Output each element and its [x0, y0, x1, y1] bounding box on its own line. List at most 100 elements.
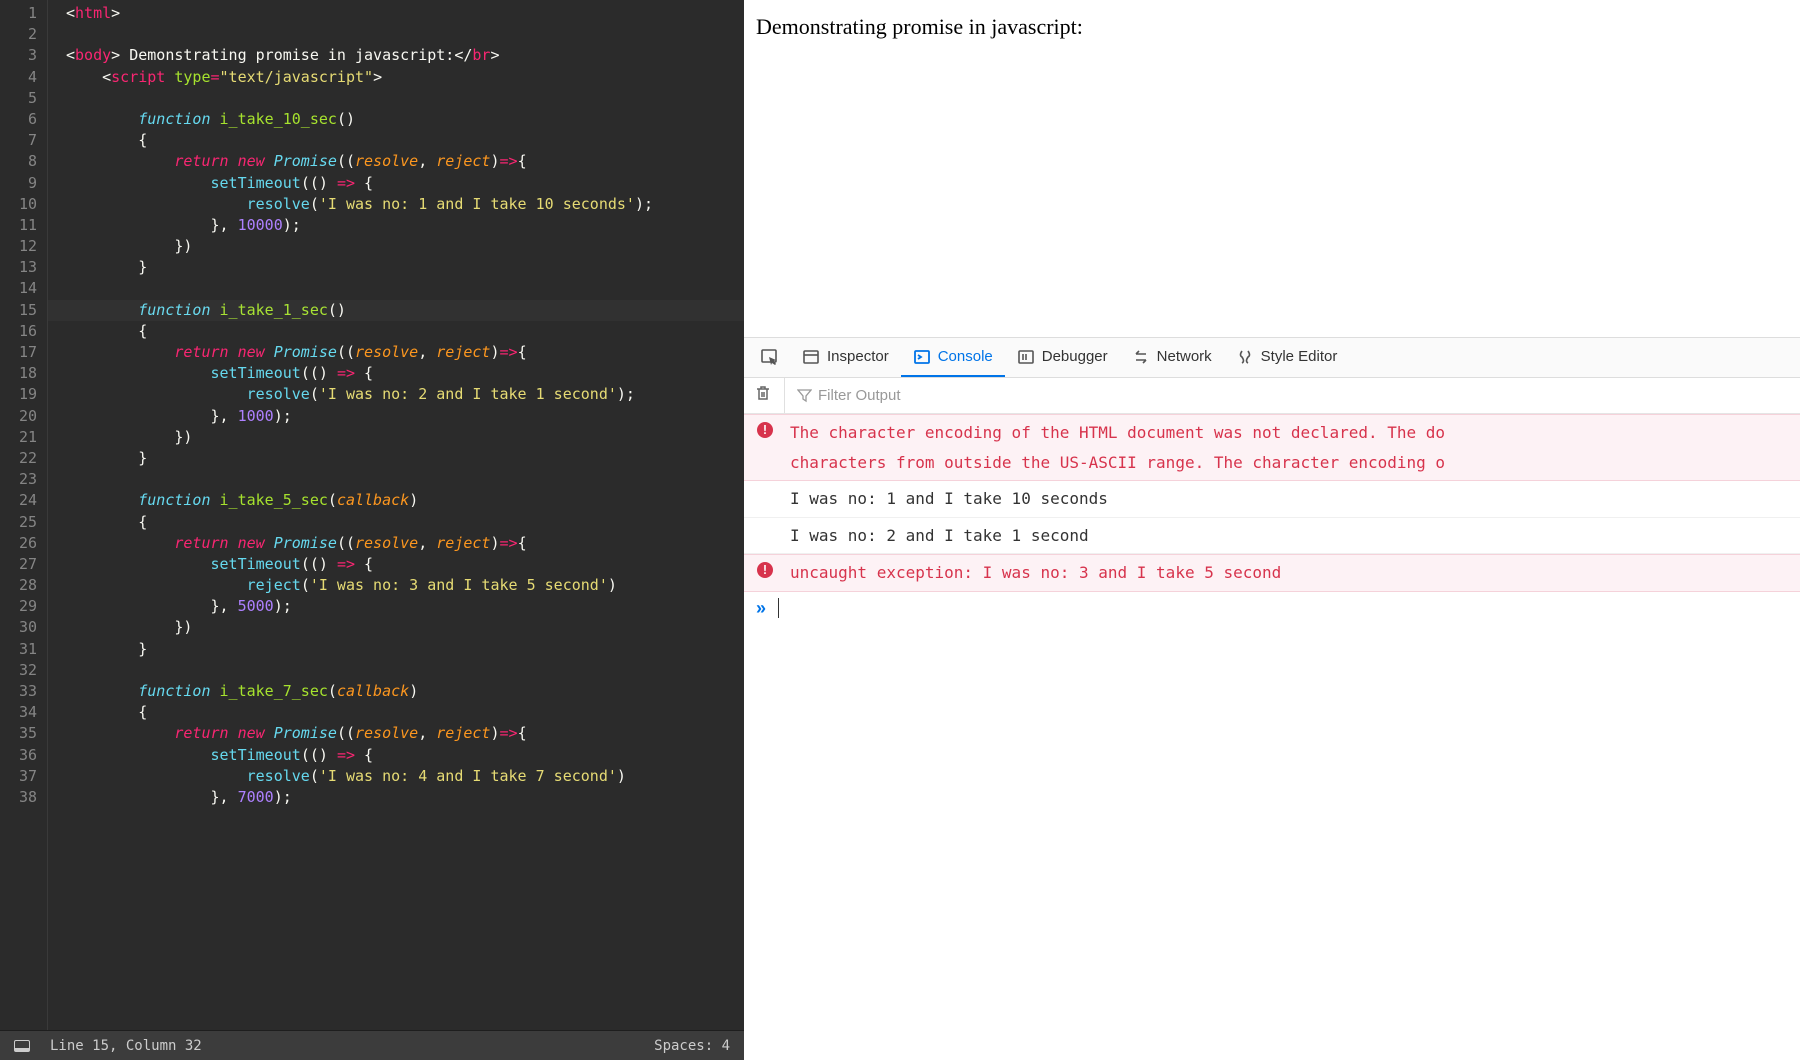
console-prompt[interactable]: » [744, 592, 1800, 625]
code-line[interactable]: <html> [66, 3, 744, 24]
tab-label: Debugger [1042, 348, 1108, 365]
devtools-tabs: Inspector Console Debugger Network [744, 338, 1800, 378]
tab-console[interactable]: Console [901, 338, 1005, 377]
code-line[interactable]: { [66, 512, 744, 533]
code-line[interactable]: setTimeout(() => { [66, 363, 744, 384]
console-output[interactable]: ! The character encoding of the HTML docu… [744, 414, 1800, 592]
line-number: 1 [0, 3, 37, 24]
line-number: 4 [0, 67, 37, 88]
code-line[interactable]: } [66, 639, 744, 660]
line-number: 29 [0, 596, 37, 617]
line-number: 28 [0, 575, 37, 596]
indent-setting[interactable]: Spaces: 4 [654, 1038, 730, 1054]
code-line[interactable]: }, 7000); [66, 787, 744, 808]
tab-label: Network [1157, 348, 1212, 365]
line-number: 36 [0, 745, 37, 766]
code-line[interactable]: setTimeout(() => { [66, 173, 744, 194]
code-line[interactable]: }) [66, 236, 744, 257]
code-line[interactable] [66, 278, 744, 299]
line-number: 10 [0, 194, 37, 215]
line-number: 16 [0, 321, 37, 342]
code-line[interactable]: }, 5000); [66, 596, 744, 617]
trash-icon [754, 384, 772, 402]
network-icon [1132, 348, 1150, 366]
line-number: 11 [0, 215, 37, 236]
tab-inspector[interactable]: Inspector [790, 338, 901, 377]
code-line[interactable]: }) [66, 617, 744, 638]
tab-network[interactable]: Network [1120, 338, 1224, 377]
line-number: 17 [0, 342, 37, 363]
code-line[interactable]: <script type="text/javascript"> [66, 67, 744, 88]
code-line[interactable]: { [66, 130, 744, 151]
code-line[interactable]: }, 10000); [66, 215, 744, 236]
code-line[interactable]: return new Promise((resolve, reject)=>{ [66, 533, 744, 554]
inspector-icon [802, 348, 820, 366]
console-message: The character encoding of the HTML docum… [784, 416, 1788, 479]
code-line[interactable]: resolve('I was no: 4 and I take 7 second… [66, 766, 744, 787]
editor-pane: 1234567891011121314151617181920212223242… [0, 0, 744, 1060]
preview-text: Demonstrating promise in javascript: [756, 14, 1083, 39]
code-line[interactable]: return new Promise((resolve, reject)=>{ [66, 723, 744, 744]
line-number: 34 [0, 702, 37, 723]
code-line[interactable]: function i_take_7_sec(callback) [66, 681, 744, 702]
code-line[interactable]: resolve('I was no: 2 and I take 1 second… [66, 384, 744, 405]
panel-icon [14, 1040, 30, 1052]
code-line[interactable]: setTimeout(() => { [66, 745, 744, 766]
clear-console-button[interactable] [754, 384, 772, 407]
console-error: !The character encoding of the HTML docu… [744, 414, 1800, 481]
code-line[interactable] [66, 660, 744, 681]
line-number: 14 [0, 278, 37, 299]
tab-debugger[interactable]: Debugger [1005, 338, 1120, 377]
line-number: 37 [0, 766, 37, 787]
prompt-chevron-icon: » [756, 598, 766, 619]
code-line[interactable]: }) [66, 427, 744, 448]
line-number: 33 [0, 681, 37, 702]
code-line[interactable]: { [66, 702, 744, 723]
code-content[interactable]: <html> <body> Demonstrating promise in ja… [48, 0, 744, 1030]
code-line[interactable]: function i_take_10_sec() [66, 109, 744, 130]
console-icon [913, 348, 931, 366]
code-area[interactable]: 1234567891011121314151617181920212223242… [0, 0, 744, 1030]
code-line[interactable]: return new Promise((resolve, reject)=>{ [66, 342, 744, 363]
console-error: ! uncaught exception: I was no: 3 and I t… [744, 554, 1800, 592]
console-message: uncaught exception: I was no: 3 and I ta… [784, 556, 1788, 590]
cursor-position: Line 15, Column 32 [50, 1038, 202, 1054]
tab-label: Style Editor [1261, 348, 1338, 365]
tab-label: Console [938, 348, 993, 365]
prompt-cursor [778, 598, 779, 618]
code-line[interactable]: setTimeout(() => { [66, 554, 744, 575]
code-line[interactable]: <body> Demonstrating promise in javascri… [66, 45, 744, 66]
filter-icon [797, 388, 812, 403]
code-line[interactable] [66, 24, 744, 45]
line-number: 15 [0, 300, 37, 321]
line-number: 9 [0, 173, 37, 194]
status-bar: Line 15, Column 32 Spaces: 4 [0, 1030, 744, 1060]
code-line[interactable]: { [66, 321, 744, 342]
code-line[interactable] [66, 469, 744, 490]
code-line[interactable]: resolve('I was no: 1 and I take 10 secon… [66, 194, 744, 215]
browser-pane: Demonstrating promise in javascript: Ins… [744, 0, 1800, 1060]
devtools: Inspector Console Debugger Network [744, 338, 1800, 1060]
code-line[interactable] [66, 88, 744, 109]
tab-style-editor[interactable]: Style Editor [1224, 338, 1350, 377]
line-number: 35 [0, 723, 37, 744]
console-toolbar [744, 378, 1800, 414]
code-line[interactable]: return new Promise((resolve, reject)=>{ [66, 151, 744, 172]
line-number: 20 [0, 406, 37, 427]
line-number: 19 [0, 384, 37, 405]
element-picker-button[interactable] [750, 338, 790, 377]
line-number: 25 [0, 512, 37, 533]
filter-wrap [784, 378, 1790, 413]
line-number: 30 [0, 617, 37, 638]
code-line[interactable]: }, 1000); [66, 406, 744, 427]
code-line[interactable]: function i_take_5_sec(callback) [66, 490, 744, 511]
error-icon: ! [756, 556, 774, 578]
code-line[interactable]: reject('I was no: 3 and I take 5 second'… [66, 575, 744, 596]
line-number: 21 [0, 427, 37, 448]
code-line[interactable]: } [66, 257, 744, 278]
line-number: 13 [0, 257, 37, 278]
line-number: 31 [0, 639, 37, 660]
code-line[interactable]: } [66, 448, 744, 469]
filter-input[interactable] [818, 387, 1018, 404]
line-number: 32 [0, 660, 37, 681]
